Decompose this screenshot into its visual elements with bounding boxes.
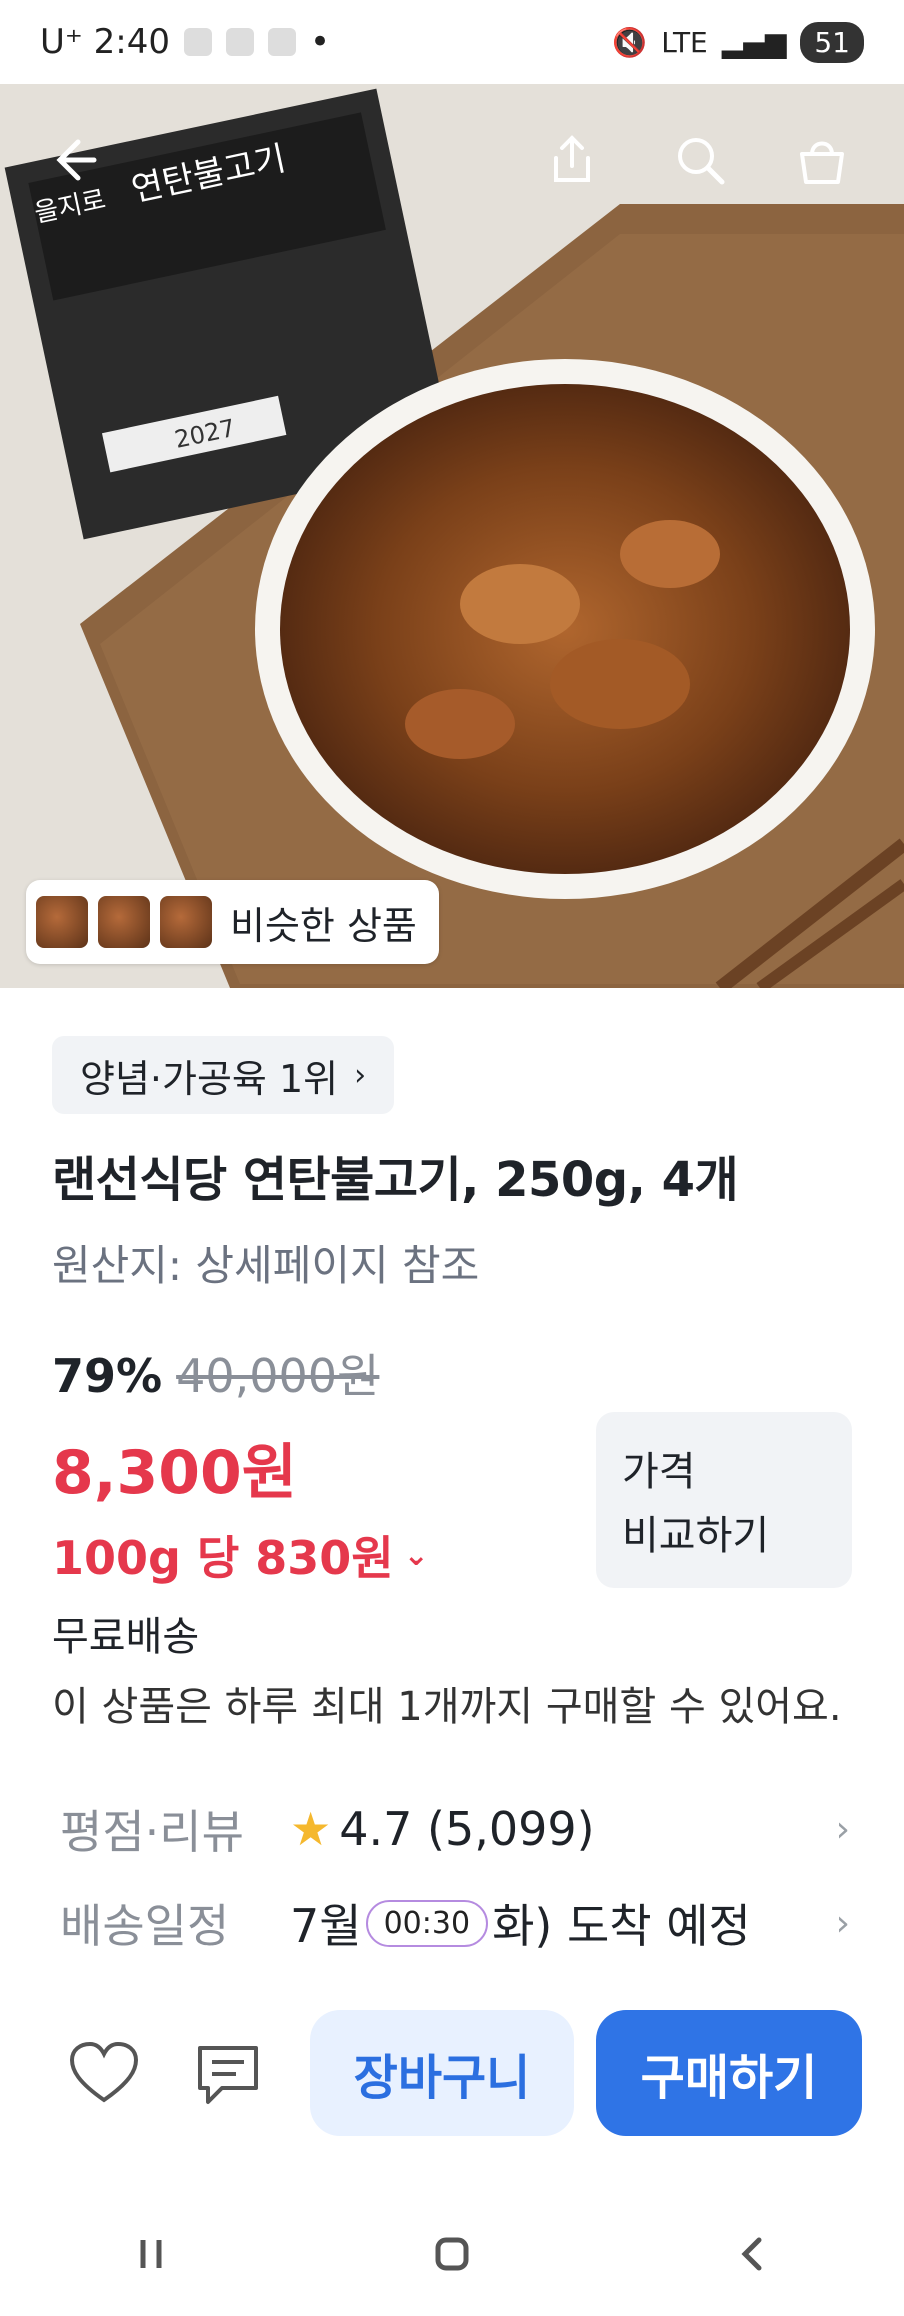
dot-icon: • xyxy=(310,22,331,62)
search-icon xyxy=(678,138,725,185)
network-label: LTE xyxy=(661,25,708,59)
status-time: U⁺ 2:40 xyxy=(40,22,170,62)
signal-icon: ▂▄▆ xyxy=(721,25,787,59)
similar-thumb-3 xyxy=(160,896,212,948)
chevron-right-icon: › xyxy=(354,1057,367,1093)
sale-price: 8,300원 xyxy=(52,1438,297,1508)
system-nav-bar xyxy=(0,2196,904,2316)
back-nav-button[interactable] xyxy=(733,2236,773,2276)
discount-line: 79% 40,000원 xyxy=(52,1340,379,1406)
buy-now-button[interactable]: 구매하기 xyxy=(596,2010,862,2136)
similar-thumb-1 xyxy=(36,896,88,948)
share-button[interactable] xyxy=(540,128,604,192)
product-image[interactable]: 연탄불고기 을지로 2027 비슷한 상품 xyxy=(0,84,904,988)
unit-price: 100g 당 830원 xyxy=(52,1531,394,1585)
home-icon xyxy=(435,2237,469,2271)
compare-label-1: 가격 xyxy=(622,1449,696,1495)
back-arrow-icon xyxy=(56,139,97,181)
chevron-down-icon: ⌄ xyxy=(403,1537,429,1573)
bottom-action-bar: 장바구니 구매하기 xyxy=(0,2000,904,2150)
original-price: 40,000원 xyxy=(176,1349,380,1403)
price-compare-button[interactable]: 가격 비교하기 xyxy=(596,1412,852,1588)
shopping-bag-icon xyxy=(800,141,844,184)
talk-notification-icon xyxy=(268,28,296,56)
add-to-cart-button[interactable]: 장바구니 xyxy=(310,2010,574,2136)
chevron-right-icon: › xyxy=(835,1808,850,1850)
similar-thumb-2 xyxy=(98,896,150,948)
compare-label-2: 비교하기 xyxy=(622,1513,770,1559)
status-left: U⁺ 2:40 • xyxy=(40,22,330,62)
rating-value: 4.7 (5,099) xyxy=(339,1802,595,1856)
recent-apps-icon xyxy=(140,2240,162,2268)
inquiry-button[interactable] xyxy=(192,2042,264,2114)
wishlist-button[interactable] xyxy=(68,2041,140,2110)
battery-badge: 51 xyxy=(800,21,864,63)
back-button[interactable] xyxy=(40,128,104,192)
recent-apps-button[interactable] xyxy=(131,2236,171,2276)
product-origin: 원산지: 상세페이지 참조 xyxy=(52,1241,480,1290)
delivery-row[interactable]: 배송일정 7월 00:30 화) 도착 예정 › xyxy=(60,1890,850,1956)
chat-icon xyxy=(198,2046,258,2104)
purchase-limit: 이 상품은 하루 최대 1개까지 구매할 수 있어요. xyxy=(52,1684,842,1730)
similar-label: 비슷한 상품 xyxy=(230,903,417,948)
product-title: 랜선식당 연탄불고기, 250g, 4개 xyxy=(52,1152,739,1208)
product-photo: 연탄불고기 을지로 2027 xyxy=(0,84,904,988)
back-nav-icon xyxy=(741,2237,762,2271)
star-icon: ★ xyxy=(290,1802,332,1856)
delivery-suffix: 화) 도착 예정 xyxy=(492,1899,751,1953)
delivery-month: 7월 xyxy=(290,1899,362,1953)
countdown-timer: 00:30 xyxy=(365,1899,489,1947)
similar-products-button[interactable]: 비슷한 상품 xyxy=(26,880,439,964)
cart-button[interactable] xyxy=(790,128,854,192)
delivery-label: 배송일정 xyxy=(60,1899,230,1953)
rating-row[interactable]: 평점·리뷰 ★ 4.7 (5,099) › xyxy=(60,1796,850,1862)
chevron-right-icon: › xyxy=(835,1902,850,1944)
share-icon xyxy=(554,135,590,182)
notification-icon xyxy=(184,28,212,56)
shipping-info: 무료배송 xyxy=(52,1614,200,1660)
unit-price-toggle[interactable]: 100g 당 830원 ⌄ xyxy=(52,1522,429,1588)
home-button[interactable] xyxy=(432,2236,472,2276)
status-bar: U⁺ 2:40 • 🔇 LTE ▂▄▆ 51 xyxy=(0,0,904,84)
heart-icon xyxy=(69,2041,139,2103)
rating-label: 평점·리뷰 xyxy=(60,1805,244,1859)
search-button[interactable] xyxy=(668,128,732,192)
chat-notification-icon xyxy=(226,28,254,56)
discount-rate: 79% xyxy=(52,1349,163,1403)
rank-label: 양념·가공육 1위 xyxy=(80,1056,339,1101)
category-rank-chip[interactable]: 양념·가공육 1위 › xyxy=(52,1036,395,1114)
mute-icon: 🔇 xyxy=(612,25,648,59)
status-right: 🔇 LTE ▂▄▆ 51 xyxy=(612,21,864,63)
